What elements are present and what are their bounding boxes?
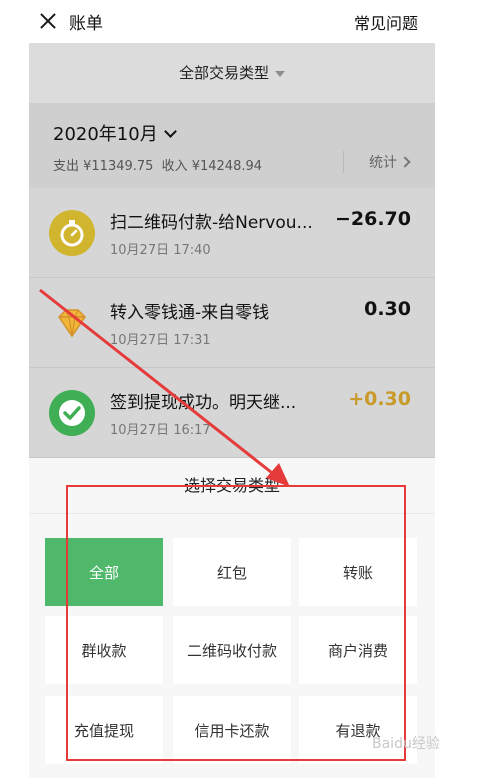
transaction-type-filter[interactable]: 全部交易类型 — [29, 43, 435, 103]
transaction-amount: +0.30 — [348, 388, 411, 410]
checkmark-badge-icon — [49, 390, 95, 436]
faq-link[interactable]: 常见问题 — [354, 10, 418, 34]
transaction-amount: 0.30 — [364, 298, 411, 320]
divider — [343, 151, 344, 173]
stats-link[interactable]: 统计 — [369, 152, 411, 172]
transaction-name: 签到提现成功。明天继... — [110, 393, 297, 413]
page-title: 账单 — [69, 14, 103, 34]
chevron-right-icon — [399, 156, 411, 168]
chevron-down-icon — [163, 125, 177, 138]
filter-label: 全部交易类型 — [178, 64, 269, 82]
month-totals: 支出 ¥11349.75 收入 ¥14248.94 — [53, 155, 262, 174]
dropdown-triangle-icon — [275, 70, 285, 77]
transaction-time: 10月27日 17:31 — [110, 333, 211, 348]
transaction-row[interactable]: 签到提现成功。明天继... 10月27日 16:17 +0.30 — [29, 368, 435, 458]
month-summary: 2020年10月 支出 ¥11349.75 收入 ¥14248.94 统计 — [29, 103, 435, 188]
annotation-box — [66, 485, 406, 761]
close-icon[interactable] — [38, 11, 58, 31]
month-label: 2020年10月 — [53, 124, 158, 145]
transaction-time: 10月27日 16:17 — [110, 423, 211, 438]
stats-label: 统计 — [369, 155, 397, 171]
transaction-amount: −26.70 — [334, 208, 411, 230]
income-total: 收入 ¥14248.94 — [161, 159, 263, 174]
top-bar: 账单 常见问题 — [29, 0, 435, 43]
watermark-logo: Baidu经验 — [372, 736, 440, 752]
expense-total: 支出 ¥11349.75 — [53, 159, 154, 174]
transaction-row[interactable]: 扫二维码付款-给Nervou... 10月27日 17:40 −26.70 — [29, 188, 435, 278]
month-selector[interactable]: 2020年10月 — [53, 120, 177, 146]
stopwatch-icon — [49, 210, 95, 256]
transaction-time: 10月27日 17:40 — [110, 243, 211, 258]
transaction-row[interactable]: 转入零钱通-来自零钱 10月27日 17:31 0.30 — [29, 278, 435, 368]
transaction-name: 扫二维码付款-给Nervou... — [110, 213, 313, 233]
diamond-icon — [58, 309, 86, 338]
transaction-name: 转入零钱通-来自零钱 — [110, 303, 270, 323]
